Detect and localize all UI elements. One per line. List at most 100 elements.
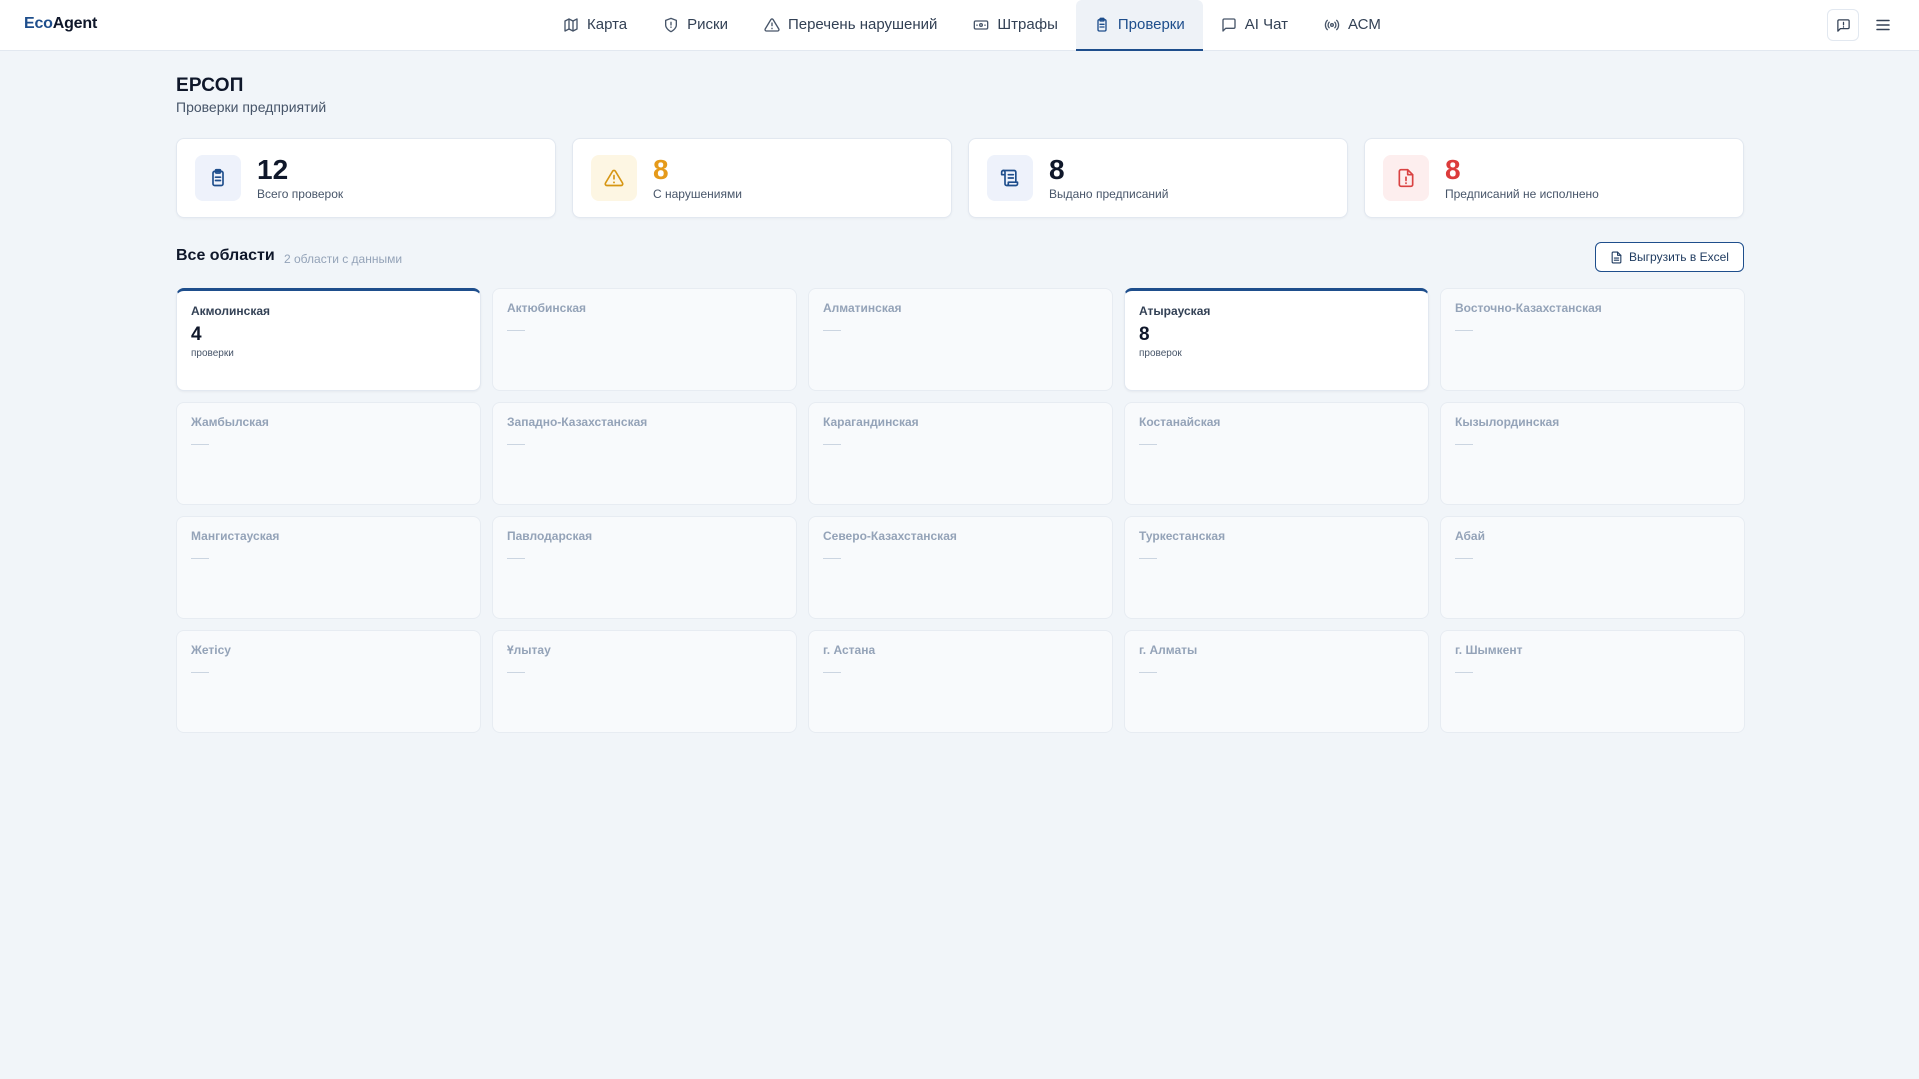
stat-icon-box	[1383, 155, 1429, 201]
regions-grid: Акмолинская 4 проверки Актюбинская Алматинс…	[176, 288, 1745, 733]
region-card[interactable]: Жетісу	[176, 630, 481, 733]
nav-tab-0[interactable]: Карта	[545, 0, 645, 51]
nav-tab-label: Проверки	[1117, 16, 1185, 33]
nav-tab-label: Риски	[687, 16, 728, 33]
region-card[interactable]: Акмолинская 4 проверки	[176, 288, 481, 391]
radio-icon	[1324, 17, 1340, 33]
region-card[interactable]: Кызылординская	[1440, 402, 1745, 505]
stat-card: 8 Предписаний не исполнено	[1364, 138, 1744, 218]
region-name: Северо-Казахстанская	[823, 529, 957, 543]
empty-dash	[507, 330, 525, 331]
nav-tab-label: AI Чат	[1244, 16, 1288, 33]
nav-tab-5[interactable]: AI Чат	[1203, 0, 1306, 51]
stat-icon-box	[195, 155, 241, 201]
menu-button[interactable]	[1871, 9, 1895, 41]
region-name: Мангистауская	[191, 529, 280, 543]
region-card[interactable]: Жамбылская	[176, 402, 481, 505]
empty-dash	[191, 558, 209, 559]
region-name: Туркестанская	[1139, 529, 1226, 543]
nav-tab-2[interactable]: Перечень нарушений	[746, 0, 955, 51]
empty-dash	[1139, 672, 1157, 673]
region-name: Жамбылская	[191, 415, 269, 429]
region-card[interactable]: Карагандинская	[808, 402, 1113, 505]
section-subtitle: 2 области с данными	[284, 252, 403, 266]
stat-icon-box	[591, 155, 637, 201]
region-name: Жетісу	[191, 643, 231, 657]
region-card[interactable]: Ұлытау	[492, 630, 797, 733]
region-card[interactable]: Актюбинская	[492, 288, 797, 391]
warning-icon	[604, 169, 624, 187]
chat-icon	[1221, 17, 1237, 33]
region-card[interactable]: Костанайская	[1124, 402, 1429, 505]
empty-dash	[191, 444, 209, 445]
empty-dash	[507, 444, 525, 445]
empty-dash	[823, 672, 841, 673]
warning-icon	[764, 17, 780, 33]
shield-icon	[665, 17, 678, 32]
region-card[interactable]: г. Шымкент	[1440, 630, 1745, 733]
nav-tab-1[interactable]: Риски	[645, 0, 746, 51]
empty-dash	[507, 558, 525, 559]
nav-tab-3[interactable]: Штрафы	[955, 0, 1075, 51]
empty-dash	[1139, 558, 1157, 559]
message-square-icon	[1836, 18, 1850, 32]
stat-label: Предписаний не исполнено	[1445, 187, 1599, 201]
region-name: Абай	[1455, 529, 1485, 543]
region-card[interactable]: Алматинская	[808, 288, 1113, 391]
empty-dash	[823, 444, 841, 445]
region-unit: проверки	[191, 348, 234, 359]
region-card[interactable]: Западно-Казахстанская	[492, 402, 797, 505]
file-icon	[1611, 251, 1622, 263]
region-name: Западно-Казахстанская	[507, 415, 648, 429]
main-nav: Карта Риски Перечень нарушений Штрафы Провер…	[545, 0, 1399, 51]
stat-label: Выдано предписаний	[1049, 187, 1169, 201]
empty-dash	[823, 558, 841, 559]
feedback-button[interactable]	[1827, 9, 1859, 41]
region-card[interactable]: Павлодарская	[492, 516, 797, 619]
stat-card: 8 С нарушениями	[572, 138, 952, 218]
region-name: г. Шымкент	[1455, 643, 1523, 657]
top-navbar: EcoAgent Карта Риски Перечень нарушений Штр…	[0, 0, 1919, 51]
scroll-icon	[1000, 169, 1019, 187]
banknote-icon	[973, 17, 989, 33]
region-name: Ұлытау	[507, 643, 551, 657]
app-logo[interactable]: EcoAgent	[24, 15, 97, 33]
empty-dash	[507, 672, 525, 673]
nav-tab-6[interactable]: АСМ	[1306, 0, 1399, 51]
region-name: Атырауская	[1139, 304, 1211, 318]
region-card[interactable]: Мангистауская	[176, 516, 481, 619]
export-excel-button[interactable]: Выгрузить в Excel	[1595, 242, 1744, 272]
nav-tab-label: АСМ	[1348, 16, 1381, 33]
region-card[interactable]: Абай	[1440, 516, 1745, 619]
region-name: Восточно-Казахстанская	[1455, 301, 1602, 315]
empty-dash	[1455, 558, 1473, 559]
hamburger-icon	[1876, 19, 1890, 31]
region-card[interactable]: Атырауская 8 проверок	[1124, 288, 1429, 391]
chat-icon	[1222, 17, 1236, 32]
region-count: 4	[191, 324, 202, 345]
empty-dash	[1455, 330, 1473, 331]
empty-dash	[191, 672, 209, 673]
region-card[interactable]: Туркестанская	[1124, 516, 1429, 619]
warning-icon	[764, 17, 780, 32]
stat-label: Всего проверок	[257, 187, 344, 201]
stat-value: 8	[1049, 154, 1065, 185]
section-title: Все области	[176, 247, 275, 264]
region-name: Костанайская	[1139, 415, 1221, 429]
region-name: Акмолинская	[191, 304, 271, 318]
region-card[interactable]: Восточно-Казахстанская	[1440, 288, 1745, 391]
stat-value: 8	[1445, 154, 1461, 185]
region-card[interactable]: Северо-Казахстанская	[808, 516, 1113, 619]
region-card[interactable]: г. Алматы	[1124, 630, 1429, 733]
clipboard-icon	[212, 168, 224, 187]
clipboard-icon	[1097, 17, 1107, 32]
export-excel-label: Выгрузить в Excel	[1629, 250, 1729, 264]
region-card[interactable]: г. Астана	[808, 630, 1113, 733]
map-icon	[563, 17, 579, 33]
shield-icon	[663, 17, 679, 33]
region-name: Алматинская	[823, 301, 902, 315]
nav-tab-4[interactable]: Проверки	[1075, 0, 1203, 51]
radio-icon	[1324, 19, 1340, 30]
banknote-icon	[974, 19, 989, 30]
top-actions	[1827, 9, 1895, 41]
